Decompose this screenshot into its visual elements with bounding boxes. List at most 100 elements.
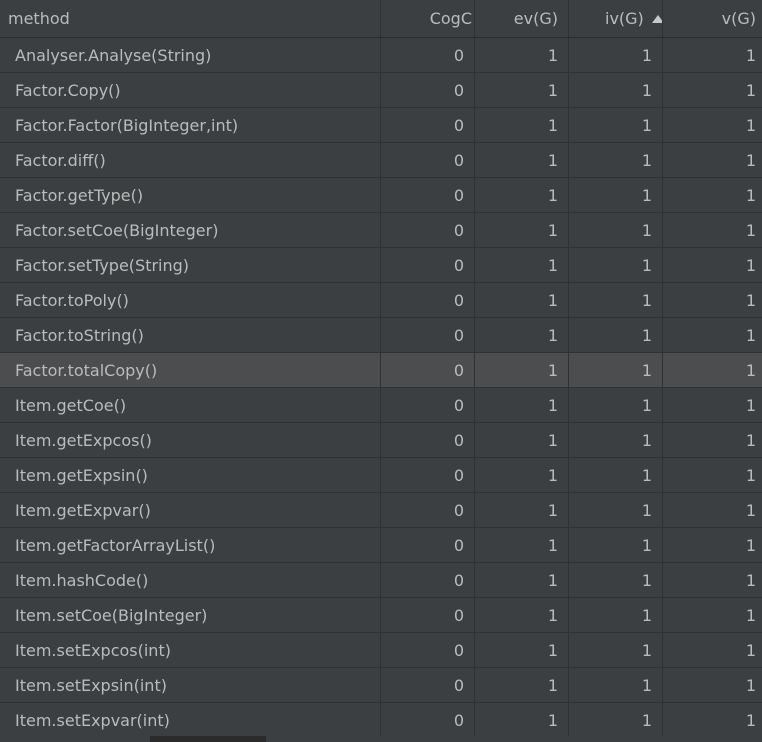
table-row[interactable]: Item.setExpvar(int) 0 1 1 1 — [0, 703, 762, 738]
table-row[interactable]: Item.setCoe(BigInteger) 0 1 1 1 — [0, 598, 762, 633]
horizontal-scrollbar[interactable] — [0, 736, 762, 742]
v-cell: 1 — [745, 570, 756, 590]
cogc-cell: 0 — [381, 423, 475, 457]
v-cell: 1 — [745, 605, 756, 625]
column-header-ev[interactable]: ev(G) — [475, 0, 569, 37]
ev-cell: 1 — [475, 563, 569, 597]
scrollbar-thumb[interactable] — [150, 736, 266, 742]
cogc-cell: 0 — [381, 493, 475, 527]
method-cell: Item.setExpvar(int) — [0, 703, 381, 737]
iv-cell: 1 — [569, 528, 663, 562]
iv-cell: 1 — [569, 423, 663, 457]
v-cell: 1 — [745, 290, 756, 310]
iv-cell: 1 — [569, 493, 663, 527]
method-cell: Factor.setCoe(BigInteger) — [0, 213, 381, 247]
sort-ascending-icon[interactable] — [651, 14, 662, 23]
table-row[interactable]: Factor.diff() 0 1 1 1 — [0, 143, 762, 178]
table-row[interactable]: Item.getExpvar() 0 1 1 1 — [0, 493, 762, 528]
ev-cell: 1 — [475, 248, 569, 282]
table-header: method CogC ev(G) iv(G) v(G) — [0, 0, 762, 38]
iv-cell: 1 — [569, 598, 663, 632]
column-header-label: CogC — [429, 9, 472, 28]
column-header-label: iv(G) — [605, 9, 644, 28]
method-cell: Factor.Factor(BigInteger,int) — [0, 108, 381, 142]
iv-cell: 1 — [569, 283, 663, 317]
table-row[interactable]: Factor.toString() 0 1 1 1 — [0, 318, 762, 353]
method-cell: Item.hashCode() — [0, 563, 381, 597]
cogc-cell: 0 — [381, 528, 475, 562]
method-cell: Item.getExpsin() — [0, 458, 381, 492]
column-header-label: v(G) — [721, 9, 756, 28]
method-cell: Item.setCoe(BigInteger) — [0, 598, 381, 632]
ev-cell: 1 — [475, 423, 569, 457]
cogc-cell: 0 — [381, 108, 475, 142]
column-header-label: method — [8, 9, 70, 28]
cogc-cell: 0 — [381, 248, 475, 282]
ev-cell: 1 — [475, 493, 569, 527]
table-body: Analyser.Analyse(String) 0 1 1 1 Factor.Copy(… — [0, 38, 762, 738]
table-row[interactable]: Item.getExpsin() 0 1 1 1 — [0, 458, 762, 493]
ev-cell: 1 — [475, 633, 569, 667]
table-row[interactable]: Item.setExpcos(int) 0 1 1 1 — [0, 633, 762, 668]
iv-cell: 1 — [569, 703, 663, 737]
iv-cell: 1 — [569, 318, 663, 352]
v-cell: 1 — [745, 150, 756, 170]
table-row[interactable]: Factor.Copy() 0 1 1 1 — [0, 73, 762, 108]
cogc-cell: 0 — [381, 73, 475, 107]
method-cell: Factor.toString() — [0, 318, 381, 352]
iv-cell: 1 — [569, 143, 663, 177]
method-cell: Item.getFactorArrayList() — [0, 528, 381, 562]
iv-cell: 1 — [569, 668, 663, 702]
v-cell: 1 — [745, 535, 756, 555]
ev-cell: 1 — [475, 703, 569, 737]
method-cell: Factor.Copy() — [0, 73, 381, 107]
table-row[interactable]: Item.hashCode() 0 1 1 1 — [0, 563, 762, 598]
table-row[interactable]: Factor.totalCopy() 0 1 1 1 — [0, 353, 762, 388]
iv-cell: 1 — [569, 73, 663, 107]
table-row[interactable]: Analyser.Analyse(String) 0 1 1 1 — [0, 38, 762, 73]
v-cell: 1 — [745, 640, 756, 660]
cogc-cell: 0 — [381, 668, 475, 702]
method-cell: Analyser.Analyse(String) — [0, 38, 381, 72]
cogc-cell: 0 — [381, 458, 475, 492]
ev-cell: 1 — [475, 108, 569, 142]
ev-cell: 1 — [475, 668, 569, 702]
ev-cell: 1 — [475, 213, 569, 247]
column-header-method[interactable]: method — [0, 0, 381, 37]
table-row[interactable]: Item.getFactorArrayList() 0 1 1 1 — [0, 528, 762, 563]
ev-cell: 1 — [475, 318, 569, 352]
cogc-cell: 0 — [381, 318, 475, 352]
v-cell: 1 — [745, 255, 756, 275]
ev-cell: 1 — [475, 283, 569, 317]
column-header-v[interactable]: v(G) — [663, 0, 762, 37]
table-row[interactable]: Factor.Factor(BigInteger,int) 0 1 1 1 — [0, 108, 762, 143]
method-cell: Factor.toPoly() — [0, 283, 381, 317]
table-row[interactable]: Factor.toPoly() 0 1 1 1 — [0, 283, 762, 318]
iv-cell: 1 — [569, 248, 663, 282]
ev-cell: 1 — [475, 388, 569, 422]
table-row[interactable]: Factor.getType() 0 1 1 1 — [0, 178, 762, 213]
v-cell: 1 — [745, 395, 756, 415]
iv-cell: 1 — [569, 633, 663, 667]
method-cell: Factor.setType(String) — [0, 248, 381, 282]
cogc-cell: 0 — [381, 633, 475, 667]
ev-cell: 1 — [475, 458, 569, 492]
cogc-cell: 0 — [381, 38, 475, 72]
table-row[interactable]: Factor.setCoe(BigInteger) 0 1 1 1 — [0, 213, 762, 248]
table-row[interactable]: Item.setExpsin(int) 0 1 1 1 — [0, 668, 762, 703]
column-header-cogc[interactable]: CogC — [381, 0, 475, 37]
table-row[interactable]: Item.getCoe() 0 1 1 1 — [0, 388, 762, 423]
cogc-cell: 0 — [381, 283, 475, 317]
v-cell: 1 — [745, 430, 756, 450]
ev-cell: 1 — [475, 178, 569, 212]
v-cell: 1 — [745, 500, 756, 520]
cogc-cell: 0 — [381, 703, 475, 737]
cogc-cell: 0 — [381, 178, 475, 212]
ev-cell: 1 — [475, 353, 569, 387]
v-cell: 1 — [745, 80, 756, 100]
table-row[interactable]: Item.getExpcos() 0 1 1 1 — [0, 423, 762, 458]
column-header-iv[interactable]: iv(G) — [569, 0, 663, 37]
ev-cell: 1 — [475, 38, 569, 72]
v-cell: 1 — [745, 360, 756, 380]
table-row[interactable]: Factor.setType(String) 0 1 1 1 — [0, 248, 762, 283]
